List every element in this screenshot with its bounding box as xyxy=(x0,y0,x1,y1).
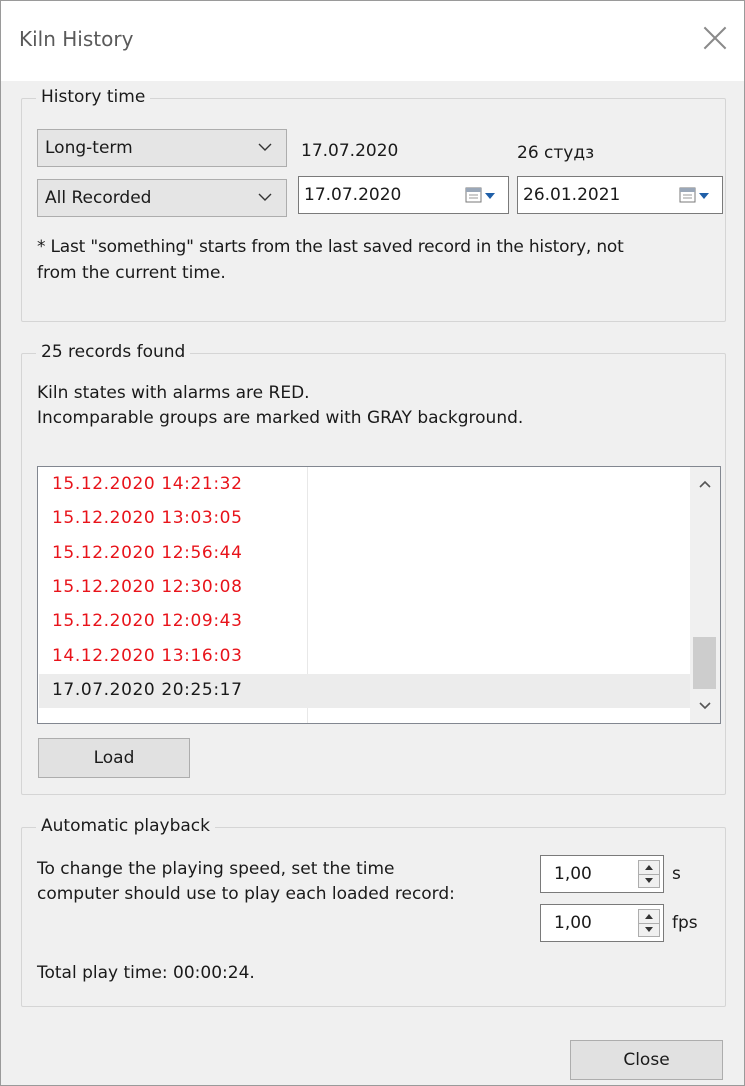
title-bar: Kiln History xyxy=(1,1,744,81)
spin-down-icon[interactable] xyxy=(639,923,659,936)
playback-desc-line1: To change the playing speed, set the tim… xyxy=(37,859,395,879)
close-button-label: Close xyxy=(623,1050,670,1070)
record-timestamp: 14.12.2020 13:16:03 xyxy=(52,645,243,666)
spin-down-icon[interactable] xyxy=(639,874,659,887)
record-timestamp: 15.12.2020 13:03:05 xyxy=(52,508,243,529)
end-date-label: 26 студз xyxy=(517,143,595,163)
load-button[interactable]: Load xyxy=(38,738,190,778)
period-combo[interactable]: Long-term xyxy=(37,129,287,167)
record-timestamp: 17.07.2020 20:25:17 xyxy=(52,679,243,700)
table-row[interactable]: 17.07.2020 20:25:17 xyxy=(39,673,690,708)
history-time-legend: History time xyxy=(36,87,151,107)
spin-up-icon[interactable] xyxy=(639,861,659,875)
seconds-value: 1,00 xyxy=(554,864,592,884)
close-button[interactable]: Close xyxy=(570,1040,723,1080)
kiln-history-dialog: Kiln History History time Long-term 17.0… xyxy=(0,0,745,1086)
calendar-dropdown-icon[interactable] xyxy=(463,184,503,206)
start-date-label: 17.07.2020 xyxy=(301,141,399,161)
close-icon[interactable] xyxy=(700,23,730,53)
history-note-line1: * Last "something" starts from the last … xyxy=(37,237,624,257)
range-combo-value: All Recorded xyxy=(45,188,152,208)
window-title: Kiln History xyxy=(19,27,134,51)
records-legend: 25 records found xyxy=(36,342,191,362)
table-row[interactable]: 15.12.2020 12:09:43 xyxy=(39,605,690,639)
calendar-dropdown-icon[interactable] xyxy=(677,184,717,206)
playback-legend: Automatic playback xyxy=(36,816,215,836)
scroll-down-icon[interactable] xyxy=(690,689,720,723)
table-row[interactable]: 15.12.2020 12:30:08 xyxy=(39,571,690,605)
chevron-down-icon xyxy=(258,143,272,151)
spin-up-icon[interactable] xyxy=(639,910,659,924)
table-row[interactable]: 15.12.2020 14:21:32 xyxy=(39,468,690,502)
table-row[interactable]: 14.12.2020 13:16:03 xyxy=(39,640,690,674)
seconds-spinner[interactable]: 1,00 xyxy=(540,855,664,893)
fps-value: 1,00 xyxy=(554,913,592,933)
seconds-unit: s xyxy=(672,864,681,884)
records-scrollbar[interactable] xyxy=(690,467,720,723)
record-timestamp: 15.12.2020 14:21:32 xyxy=(52,474,243,494)
playback-desc-line2: computer should use to play each loaded … xyxy=(37,884,455,904)
seconds-spin-buttons xyxy=(638,860,660,888)
range-combo[interactable]: All Recorded xyxy=(37,179,287,217)
record-timestamp: 15.12.2020 12:30:08 xyxy=(52,576,243,597)
records-info-line1: Kiln states with alarms are RED. xyxy=(37,383,310,403)
fps-spin-buttons xyxy=(638,909,660,937)
records-info-line2: Incomparable groups are marked with GRAY… xyxy=(37,408,524,428)
fps-unit: fps xyxy=(672,913,698,933)
fps-spinner[interactable]: 1,00 xyxy=(540,904,664,942)
scroll-up-icon[interactable] xyxy=(690,467,720,501)
table-row[interactable]: 15.12.2020 13:03:05 xyxy=(39,502,690,536)
scroll-thumb[interactable] xyxy=(693,637,716,689)
period-combo-value: Long-term xyxy=(45,138,133,158)
end-date-picker[interactable]: 26.01.2021 xyxy=(517,176,723,214)
history-note-line2: from the current time. xyxy=(37,263,226,283)
table-row[interactable]: 15.12.2020 12:56:44 xyxy=(39,537,690,571)
start-date-value: 17.07.2020 xyxy=(304,185,402,205)
records-list[interactable]: 15.12.2020 14:21:32 15.12.2020 13:03:05 15… xyxy=(37,466,721,724)
start-date-picker[interactable]: 17.07.2020 xyxy=(298,176,509,214)
load-button-label: Load xyxy=(93,748,135,768)
record-timestamp: 15.12.2020 12:56:44 xyxy=(52,542,243,563)
end-date-value: 26.01.2021 xyxy=(523,185,621,205)
total-play-time: Total play time: 00:00:24. xyxy=(37,963,255,983)
chevron-down-icon xyxy=(258,193,272,201)
record-timestamp: 15.12.2020 12:09:43 xyxy=(52,611,243,632)
